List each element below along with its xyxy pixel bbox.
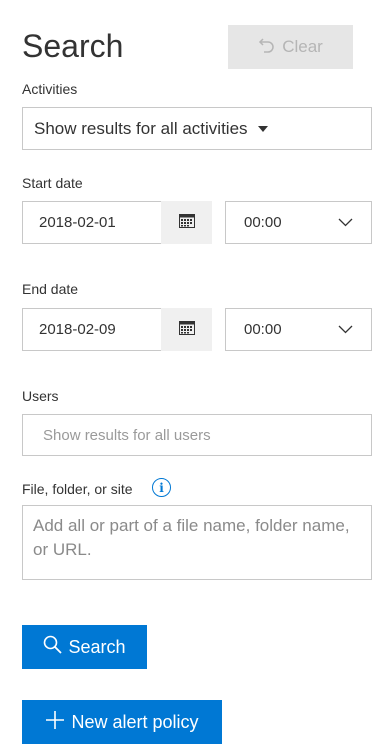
page-title: Search: [22, 28, 124, 64]
search-button-label: Search: [68, 636, 126, 657]
file-input[interactable]: Add all or part of a file name, folder n…: [22, 505, 372, 580]
calendar-icon: [178, 320, 195, 340]
new-alert-policy-button[interactable]: New alert policy: [22, 700, 222, 744]
end-date-input[interactable]: 2018-02-09: [22, 308, 162, 351]
end-date-value: 2018-02-09: [39, 321, 116, 338]
plus-icon: [45, 710, 65, 735]
clear-label: Clear: [282, 37, 323, 56]
start-time-value: 00:00: [244, 214, 282, 231]
start-date-value: 2018-02-01: [39, 214, 116, 231]
end-date-label: End date: [22, 281, 79, 297]
file-placeholder: Add all or part of a file name, folder n…: [33, 516, 350, 559]
undo-icon: [258, 36, 276, 59]
search-icon: [43, 635, 63, 659]
start-time-select[interactable]: 00:00: [225, 201, 372, 244]
calendar-icon: [178, 213, 195, 233]
end-time-value: 00:00: [244, 321, 282, 338]
start-date-label: Start date: [22, 175, 83, 191]
search-button[interactable]: Search: [22, 625, 147, 669]
end-date-calendar-button[interactable]: [161, 308, 212, 351]
new-alert-policy-label: New alert policy: [71, 711, 199, 732]
activities-label: Activities: [22, 81, 78, 97]
end-time-select[interactable]: 00:00: [225, 308, 372, 351]
start-date-calendar-button[interactable]: [161, 201, 212, 244]
caret-down-icon: [257, 125, 268, 132]
chevron-down-icon: [338, 214, 353, 231]
users-input[interactable]: Show results for all users: [22, 414, 372, 456]
clear-button[interactable]: Clear: [228, 25, 353, 69]
info-icon[interactable]: i: [152, 478, 171, 497]
file-label: File, folder, or site: [22, 481, 133, 497]
activities-selected: Show results for all activities: [34, 118, 248, 138]
start-date-input[interactable]: 2018-02-01: [22, 201, 162, 244]
users-label: Users: [22, 388, 59, 404]
activities-dropdown[interactable]: Show results for all activities: [22, 107, 372, 150]
chevron-down-icon: [338, 321, 353, 338]
users-placeholder: Show results for all users: [43, 426, 211, 444]
